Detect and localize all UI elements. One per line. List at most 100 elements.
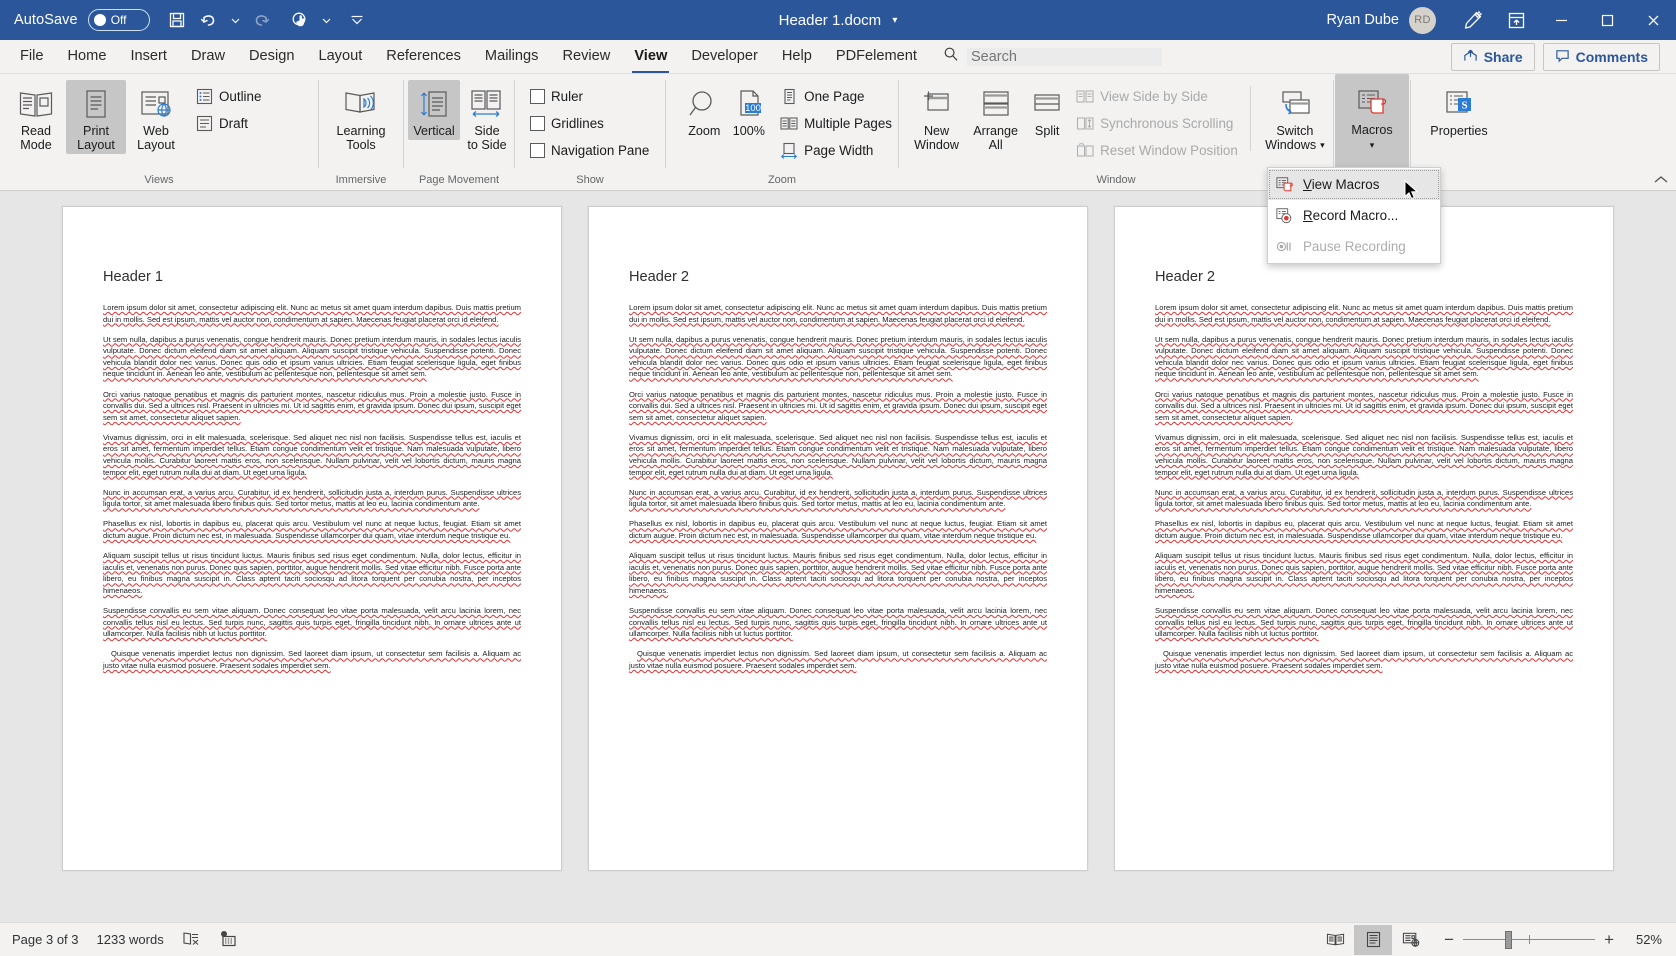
touch-dropdown-icon[interactable] [317, 5, 336, 35]
switch-windows-button[interactable]: Switch Windows ▾ [1257, 80, 1333, 154]
tab-design[interactable]: Design [237, 40, 306, 73]
paragraph: Nunc in accumsan erat, a varius arcu. Cu… [103, 487, 521, 509]
document-page-2[interactable]: Header 2 Lorem ipsum dolor sit amet, con… [588, 206, 1088, 871]
zoom-100-icon: 100 [733, 84, 765, 124]
ruler-checkbox[interactable]: Ruler [527, 83, 655, 110]
tab-references[interactable]: References [374, 40, 473, 73]
zoom-100-button[interactable]: 100 100% [727, 80, 772, 140]
undo-icon[interactable] [194, 5, 224, 35]
side-to-side-button[interactable]: Side to Side [460, 80, 514, 154]
page-width-button[interactable]: Page Width [777, 137, 898, 164]
minimize-button[interactable] [1538, 0, 1584, 40]
comments-button[interactable]: Comments [1542, 42, 1660, 71]
vertical-button[interactable]: Vertical [408, 80, 460, 140]
gridlines-checkbox[interactable]: Gridlines [527, 110, 655, 137]
paragraph: Orci varius natoque penatibus et magnis … [629, 389, 1047, 422]
page-info[interactable]: Page 3 of 3 [12, 932, 79, 947]
paragraph: Nunc in accumsan erat, a varius arcu. Cu… [629, 487, 1047, 509]
new-window-button[interactable]: New Window [907, 80, 966, 154]
print-layout-button[interactable]: Print Layout [66, 80, 126, 154]
draft-button[interactable]: Draft [192, 110, 267, 137]
learning-tools-label-1: Learning [336, 124, 386, 138]
search-box[interactable] [943, 40, 1162, 73]
macro-record-status-icon[interactable] [219, 930, 238, 950]
paragraph: Vivamus dignissim, orci in elit malesuad… [103, 432, 521, 477]
user-name[interactable]: Ryan Dube [1326, 12, 1399, 28]
web-layout-button[interactable]: Web Layout [126, 80, 186, 154]
pen-ink-icon[interactable] [1450, 0, 1494, 40]
zoom-out-button[interactable]: − [1444, 931, 1454, 948]
tab-pdfelement[interactable]: PDFelement [824, 40, 929, 73]
tab-developer[interactable]: Developer [679, 40, 770, 73]
tab-draw[interactable]: Draw [179, 40, 237, 73]
zoom-in-button[interactable]: + [1604, 931, 1614, 948]
view-macros-icon [1276, 176, 1294, 194]
page-width-icon [780, 142, 798, 160]
zoom-level[interactable]: 52% [1628, 932, 1662, 947]
ribbon-tab-bar: File Home Insert Draw Design Layout Refe… [0, 40, 1676, 74]
collapse-ribbon-icon[interactable] [1654, 173, 1668, 188]
zoom-button[interactable]: Zoom [682, 80, 727, 140]
read-mode-view-button[interactable] [1316, 925, 1354, 955]
paragraph: Vivamus dignissim, orci in elit malesuad… [629, 432, 1047, 477]
ribbon-group-page-movement: Vertical Side to Side Page Movement [404, 74, 514, 191]
paragraph: Lorem ipsum dolor sit amet, consectetur … [629, 303, 1047, 324]
document-title[interactable]: Header 1.docm [779, 12, 882, 29]
tab-help[interactable]: Help [770, 40, 824, 73]
print-layout-view-button[interactable] [1354, 924, 1393, 955]
properties-button[interactable]: S Properties [1415, 80, 1503, 140]
tab-review[interactable]: Review [550, 40, 622, 73]
page-heading: Header 2 [1155, 269, 1216, 285]
outline-button[interactable]: Outline [192, 83, 267, 110]
zoom-icon [687, 84, 721, 124]
learning-tools-button[interactable]: Learning Tools [322, 80, 400, 154]
touch-mode-icon[interactable] [285, 5, 315, 35]
checkbox-icon [530, 116, 545, 131]
multiple-pages-button[interactable]: Multiple Pages [777, 110, 898, 137]
save-icon[interactable] [162, 5, 192, 35]
maximize-button[interactable] [1584, 0, 1630, 40]
ribbon-group-show: Ruler Gridlines Navigation Pane Show [515, 74, 665, 191]
avatar[interactable]: RD [1409, 6, 1436, 34]
document-canvas[interactable]: Header 1 Lorem ipsum dolor sit amet, con… [0, 192, 1676, 905]
read-mode-button[interactable]: Read Mode [6, 80, 66, 154]
synchronous-scrolling-button: Synchronous Scrolling [1073, 110, 1244, 137]
share-button[interactable]: Share [1450, 42, 1535, 71]
view-side-by-side-button: View Side by Side [1073, 83, 1244, 110]
web-layout-icon [138, 84, 174, 124]
title-chevron-down-icon[interactable]: ▾ [892, 15, 897, 26]
tab-file[interactable]: File [8, 40, 56, 73]
tab-insert[interactable]: Insert [118, 40, 179, 73]
tab-home[interactable]: Home [56, 40, 119, 73]
document-page-3[interactable]: Header 2 Lorem ipsum dolor sit amet, con… [1114, 206, 1614, 871]
autosave-state: Off [110, 13, 127, 27]
arrange-all-button[interactable]: Arrange All [966, 80, 1025, 154]
ribbon-display-options-icon[interactable] [1494, 0, 1538, 40]
search-input[interactable] [966, 47, 1162, 66]
tab-mailings[interactable]: Mailings [473, 40, 551, 73]
tab-view[interactable]: View [622, 40, 679, 73]
web-layout-view-button[interactable] [1392, 925, 1430, 955]
autosave-toggle[interactable]: Off [87, 9, 150, 31]
macros-button[interactable]: Macros ▾ [1335, 74, 1409, 169]
switch-windows-label-2: Windows [1265, 138, 1317, 152]
autosave-knob [93, 14, 106, 26]
undo-dropdown-icon[interactable] [226, 5, 245, 35]
split-button[interactable]: Split [1025, 80, 1069, 140]
close-button[interactable] [1630, 0, 1676, 40]
view-side-by-side-label: View Side by Side [1100, 89, 1208, 104]
status-bar: Page 3 of 3 1233 words − + 52% [0, 922, 1676, 956]
zoom-thumb[interactable] [1505, 930, 1513, 949]
navigation-pane-checkbox[interactable]: Navigation Pane [527, 137, 655, 164]
share-icon [1463, 48, 1478, 66]
tab-layout[interactable]: Layout [306, 40, 374, 73]
one-page-button[interactable]: One Page [777, 83, 898, 110]
chevron-down-icon[interactable]: ▾ [1370, 138, 1375, 152]
zoom-slider[interactable]: − + [1444, 930, 1614, 949]
document-page-1[interactable]: Header 1 Lorem ipsum dolor sit amet, con… [62, 206, 562, 871]
proofing-errors-icon[interactable] [182, 930, 201, 950]
customize-quick-access-icon[interactable] [342, 5, 372, 35]
word-count[interactable]: 1233 words [97, 932, 164, 947]
draft-icon [195, 115, 213, 133]
zoom-track[interactable] [1463, 930, 1596, 949]
